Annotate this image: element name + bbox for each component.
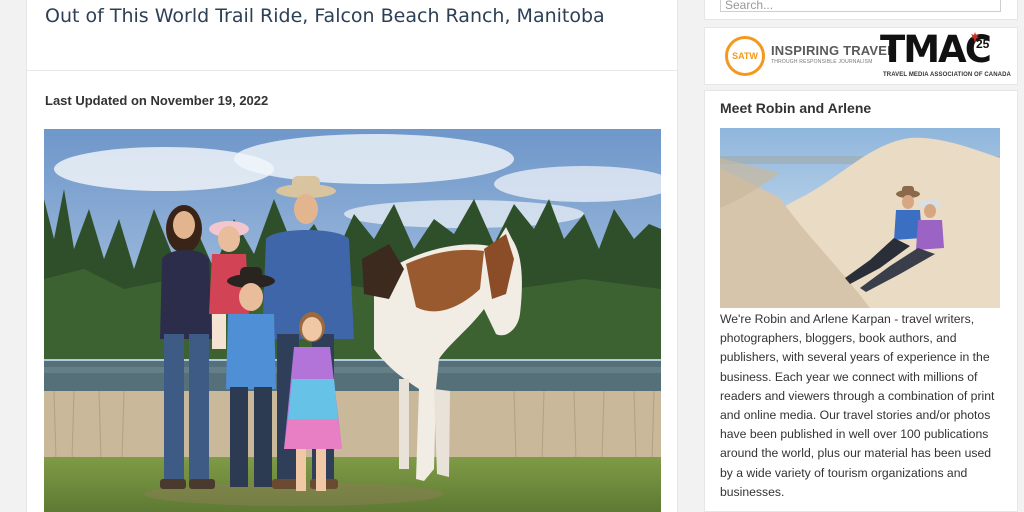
article-card: Out of This World Trail Ride, Falcon Bea… bbox=[26, 0, 678, 512]
meet-widget: Meet Robin and Arlene We're Robin and Ar… bbox=[704, 90, 1018, 512]
search-input[interactable] bbox=[720, 0, 1001, 12]
hero-image[interactable] bbox=[44, 129, 661, 512]
page-title: Out of This World Trail Ride, Falcon Bea… bbox=[45, 5, 605, 27]
search-widget bbox=[704, 0, 1018, 20]
meet-photo[interactable] bbox=[720, 128, 1000, 308]
tmac-25-badge: 25 bbox=[976, 37, 990, 51]
couple-on-sand-dune-photo bbox=[720, 128, 1000, 308]
inspiring-travel-subtext: THROUGH RESPONSIBLE JOURNALISM bbox=[771, 59, 873, 65]
tmac-subtext: TRAVEL MEDIA ASSOCIATION OF CANADA bbox=[883, 72, 1011, 78]
divider bbox=[27, 70, 677, 71]
last-updated: Last Updated on November 19, 2022 bbox=[45, 93, 269, 108]
inspiring-travel-text: INSPIRING TRAVEL bbox=[771, 43, 896, 58]
bio-text: We're Robin and Arlene Karpan - travel w… bbox=[720, 312, 995, 499]
satw-logo[interactable]: SATW bbox=[725, 36, 765, 76]
satw-logo-text: SATW bbox=[732, 51, 758, 61]
meet-title: Meet Robin and Arlene bbox=[720, 100, 872, 116]
family-with-horse-photo bbox=[44, 129, 661, 512]
affiliations-widget: SATW INSPIRING TRAVEL THROUGH RESPONSIBL… bbox=[704, 27, 1018, 85]
